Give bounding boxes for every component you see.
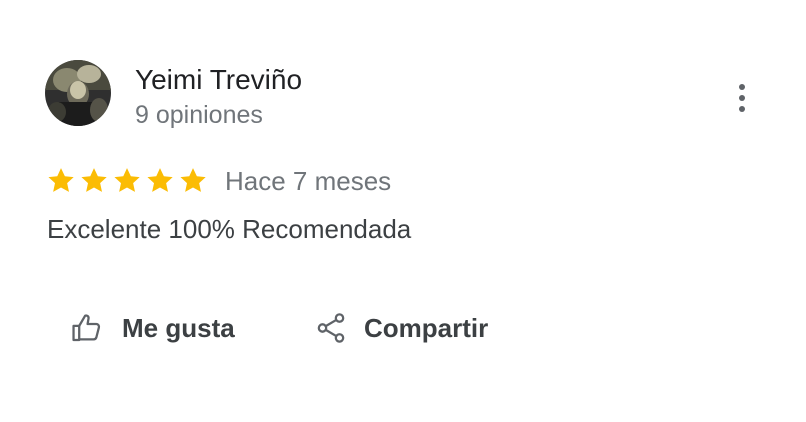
star-icon xyxy=(111,165,143,197)
review-date: Hace 7 meses xyxy=(225,166,392,196)
avatar[interactable] xyxy=(45,60,111,126)
rating-row: Hace 7 meses xyxy=(45,162,391,200)
review-text: Excelente 100% Recomendada xyxy=(47,214,412,244)
star-icon xyxy=(78,165,110,197)
thumb-up-icon xyxy=(70,311,104,345)
share-button[interactable]: Compartir xyxy=(314,306,488,350)
share-label: Compartir xyxy=(364,312,489,343)
like-label: Me gusta xyxy=(122,312,235,343)
more-options-button[interactable] xyxy=(722,78,762,118)
star-icon xyxy=(45,165,77,197)
avatar-photo xyxy=(45,60,111,126)
star-rating xyxy=(45,165,209,197)
share-icon xyxy=(314,311,348,345)
author-name[interactable]: Yeimi Treviño xyxy=(135,63,302,97)
like-button[interactable]: Me gusta xyxy=(70,306,235,350)
star-icon xyxy=(177,165,209,197)
star-icon xyxy=(144,165,176,197)
author-review-count: 9 opiniones xyxy=(135,101,263,129)
more-vert-icon xyxy=(739,84,745,90)
